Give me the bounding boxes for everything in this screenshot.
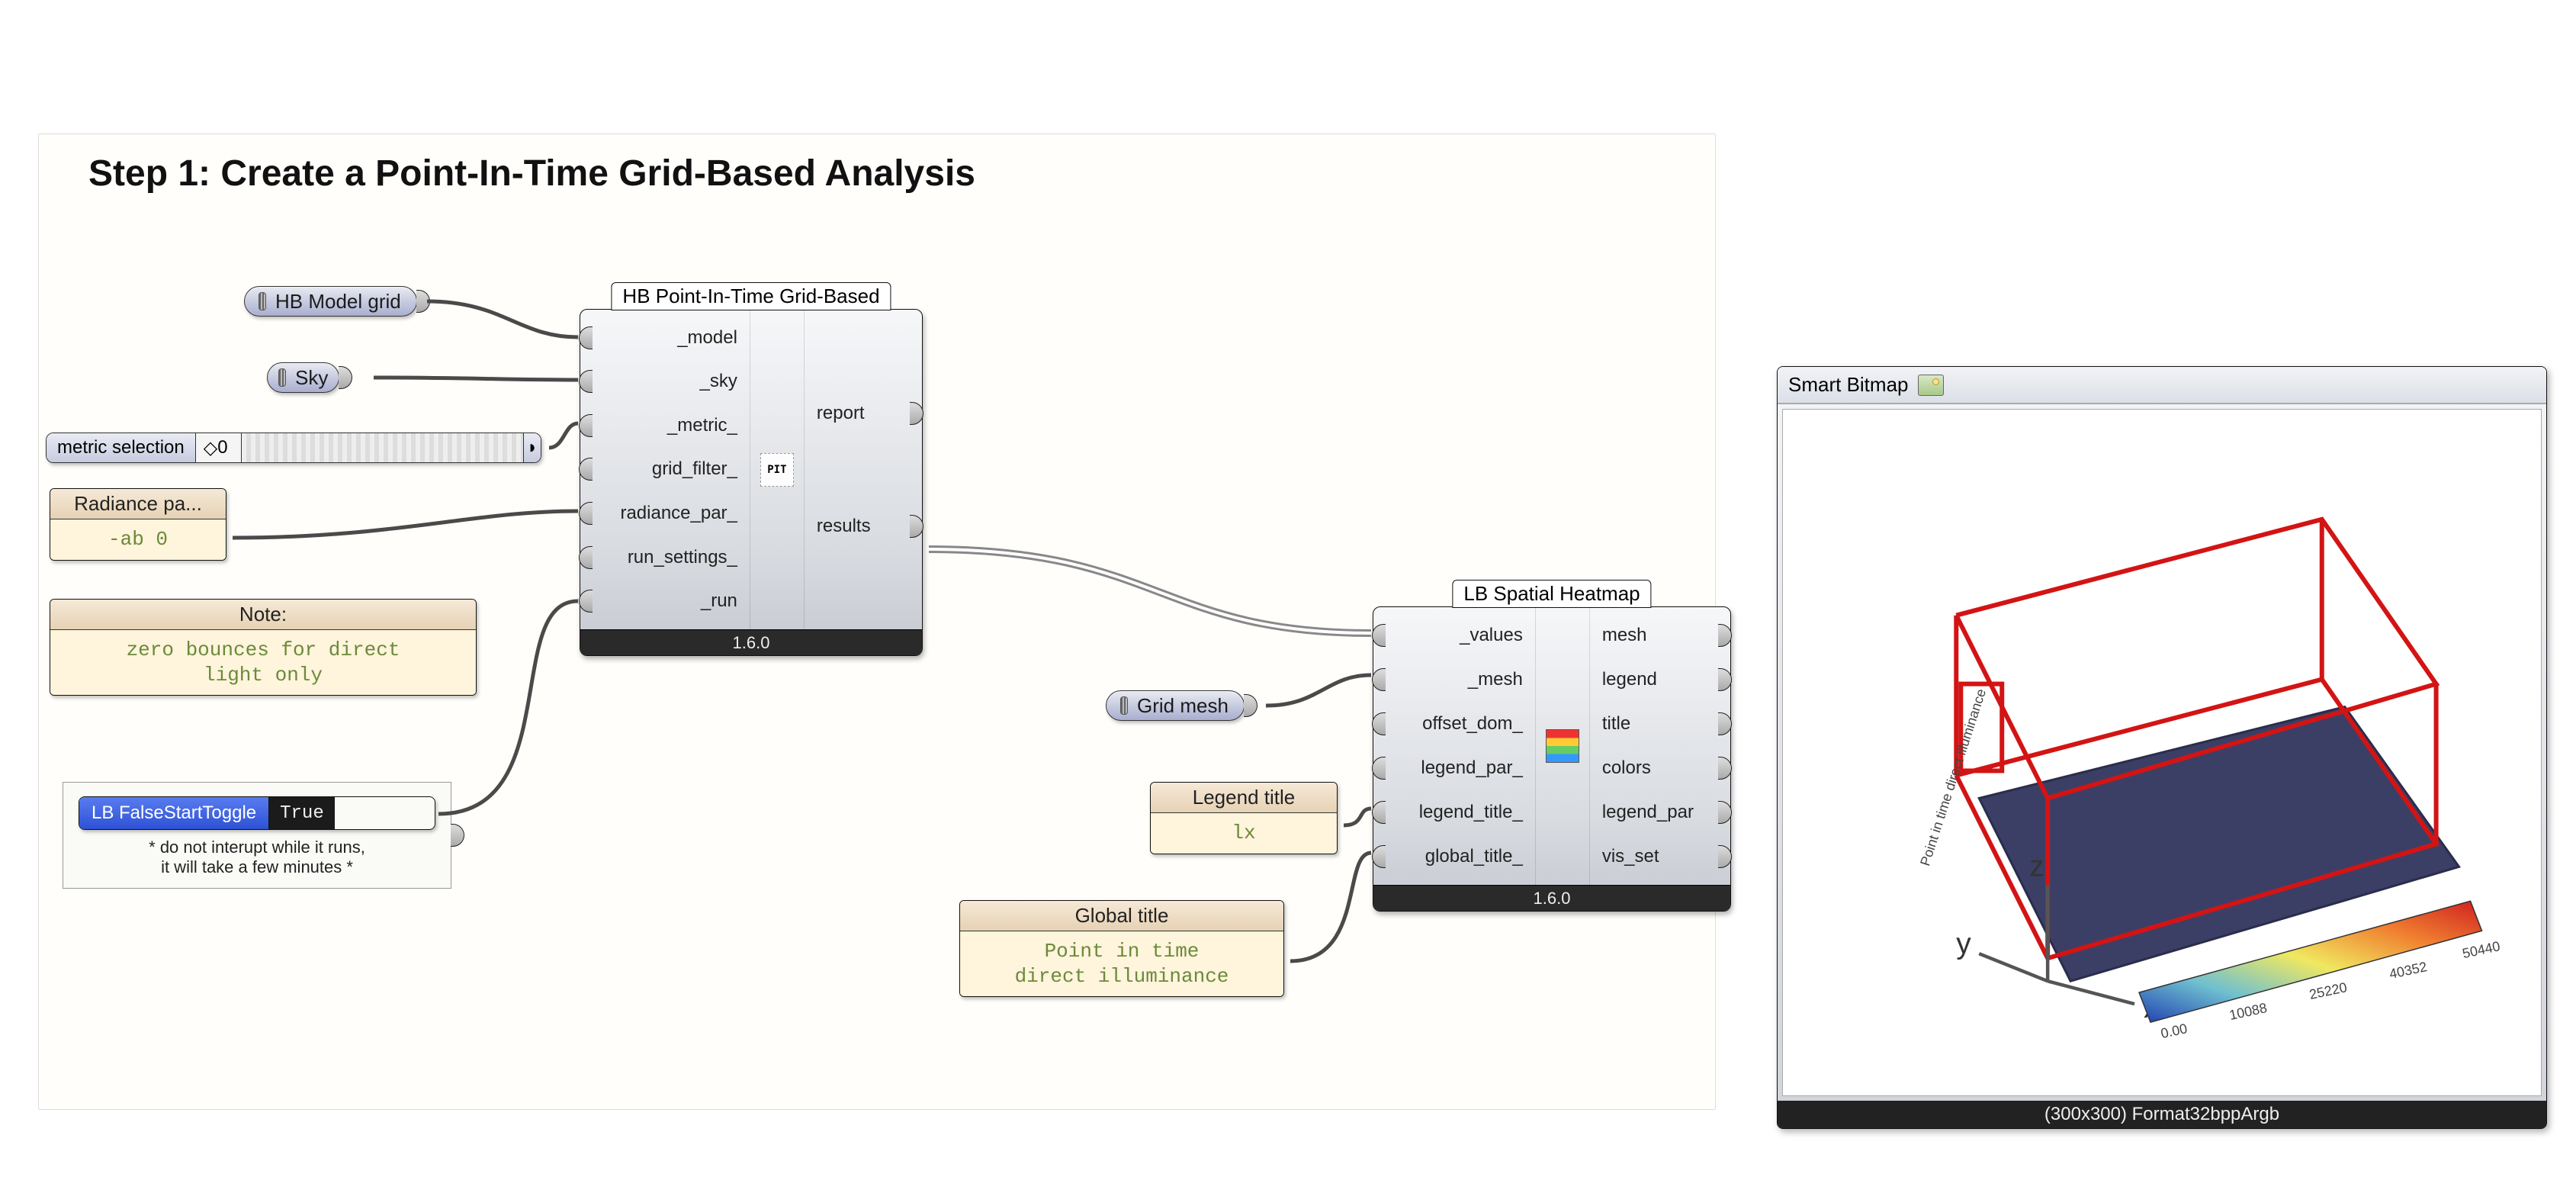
- toggle-false-start[interactable]: LB FalseStartToggle True: [79, 796, 435, 830]
- in-global-title[interactable]: global_title_: [1386, 846, 1523, 867]
- wifi-icon: [278, 368, 286, 387]
- panel-global-title[interactable]: Global title Point in time direct illumi…: [959, 900, 1284, 997]
- in-offset-dom[interactable]: offset_dom_: [1386, 713, 1523, 735]
- component-hb-pit-grid-based[interactable]: HB Point-In-Time Grid-Based _model _sky …: [580, 309, 923, 656]
- pit-icon: PIT: [760, 453, 794, 487]
- param-label: Sky: [295, 366, 328, 390]
- svg-text:10088: 10088: [2228, 1000, 2269, 1023]
- inputs-column: _model _sky _metric_ grid_filter_ radian…: [580, 310, 750, 629]
- panel-radiance-par[interactable]: Radiance pa... -ab 0: [50, 488, 226, 561]
- panel-legend-title[interactable]: Legend title lx: [1150, 782, 1338, 854]
- in-run[interactable]: _run: [593, 590, 737, 612]
- svg-text:Point in time direct illuminan: Point in time direct illuminance: [1917, 687, 1989, 868]
- toggle-value[interactable]: True: [269, 797, 335, 829]
- toggle-label: LB FalseStartToggle: [79, 797, 269, 829]
- slider-track[interactable]: [242, 433, 524, 462]
- in-grid-filter[interactable]: grid_filter_: [593, 458, 737, 480]
- component-title: LB Spatial Heatmap: [1452, 580, 1651, 608]
- bitmap-title: Smart Bitmap: [1788, 373, 1909, 397]
- param-sky[interactable]: Sky: [267, 362, 339, 393]
- panel-title: Legend title: [1151, 783, 1337, 813]
- component-lb-spatial-heatmap[interactable]: LB Spatial Heatmap _values _mesh offset_…: [1373, 606, 1731, 912]
- image-icon: [1918, 375, 1944, 396]
- in-run-settings[interactable]: run_settings_: [593, 547, 737, 568]
- param-label: HB Model grid: [275, 290, 401, 314]
- wifi-icon: [1120, 696, 1128, 715]
- wifi-icon: [259, 292, 266, 310]
- svg-text:0.00: 0.00: [2160, 1021, 2189, 1041]
- panel-body[interactable]: Point in time direct illuminance: [960, 931, 1283, 996]
- panel-note[interactable]: Note: zero bounces for direct light only: [50, 599, 477, 696]
- component-title: HB Point-In-Time Grid-Based: [611, 282, 891, 310]
- icon-column: PIT: [750, 310, 804, 629]
- toggle-hint: * do not interupt while it runs, it will…: [79, 838, 435, 877]
- outputs-column: report results: [804, 310, 922, 629]
- bitmap-footer: (300x300) Format32bppArgb: [1778, 1101, 2546, 1128]
- component-version: 1.6.0: [580, 629, 922, 655]
- out-legend-par[interactable]: legend_par: [1602, 802, 1718, 823]
- in-mesh[interactable]: _mesh: [1386, 669, 1523, 690]
- output-grip[interactable]: [1283, 954, 1284, 977]
- component-version: 1.6.0: [1373, 885, 1730, 911]
- icon-column: [1536, 607, 1589, 885]
- svg-text:25220: 25220: [2308, 979, 2348, 1002]
- inputs-column: _values _mesh offset_dom_ legend_par_ le…: [1373, 607, 1536, 885]
- in-values[interactable]: _values: [1386, 625, 1523, 646]
- in-legend-title[interactable]: legend_title_: [1386, 802, 1523, 823]
- panel-body[interactable]: -ab 0: [50, 519, 226, 560]
- out-report[interactable]: report: [817, 403, 910, 424]
- heatmap-icon: [1546, 729, 1579, 763]
- in-legend-par[interactable]: legend_par_: [1386, 757, 1523, 779]
- out-results[interactable]: results: [817, 516, 910, 537]
- out-mesh[interactable]: mesh: [1602, 625, 1718, 646]
- bitmap-header: Smart Bitmap: [1778, 367, 2546, 404]
- out-vis-set[interactable]: vis_set: [1602, 846, 1718, 867]
- in-radiance-par[interactable]: radiance_par_: [593, 503, 737, 524]
- panel-body[interactable]: zero bounces for direct light only: [50, 630, 476, 695]
- component-smart-bitmap[interactable]: Smart Bitmap: [1777, 366, 2547, 1129]
- bitmap-viewport: z x y 0.00 10088: [1782, 409, 2542, 1096]
- panel-title: Radiance pa...: [50, 489, 226, 519]
- param-grid-mesh[interactable]: Grid mesh: [1106, 690, 1245, 721]
- svg-text:50440: 50440: [2461, 938, 2501, 961]
- param-hb-model-grid[interactable]: HB Model grid: [244, 286, 417, 317]
- out-title[interactable]: title: [1602, 713, 1718, 735]
- toggle-group: LB FalseStartToggle True * do not interu…: [63, 782, 451, 889]
- svg-text:y: y: [1956, 928, 1971, 960]
- svg-text:z: z: [2029, 850, 2044, 883]
- slider-metric-selection[interactable]: metric selection ◇ 0 ◗: [46, 433, 541, 463]
- slider-value[interactable]: ◇ 0: [196, 433, 242, 462]
- in-model[interactable]: _model: [593, 327, 737, 349]
- out-legend[interactable]: legend: [1602, 669, 1718, 690]
- slider-label: metric selection: [47, 433, 196, 462]
- preview-illustration: z x y 0.00 10088: [1783, 410, 2541, 1095]
- svg-text:40352: 40352: [2388, 959, 2428, 982]
- panel-title: Global title: [960, 901, 1283, 931]
- grasshopper-canvas[interactable]: Step 1: Create a Point-In-Time Grid-Base…: [15, 15, 2561, 1162]
- param-label: Grid mesh: [1137, 694, 1229, 718]
- panel-body[interactable]: lx: [1151, 813, 1337, 854]
- output-grip[interactable]: [1337, 821, 1338, 844]
- in-metric[interactable]: _metric_: [593, 415, 737, 436]
- panel-title: Note:: [50, 600, 476, 630]
- slider-grip[interactable]: ◗: [524, 433, 541, 462]
- in-sky[interactable]: _sky: [593, 371, 737, 392]
- outputs-column: mesh legend title colors legend_par vis_…: [1589, 607, 1730, 885]
- out-colors[interactable]: colors: [1602, 757, 1718, 779]
- step-title: Step 1: Create a Point-In-Time Grid-Base…: [88, 153, 975, 195]
